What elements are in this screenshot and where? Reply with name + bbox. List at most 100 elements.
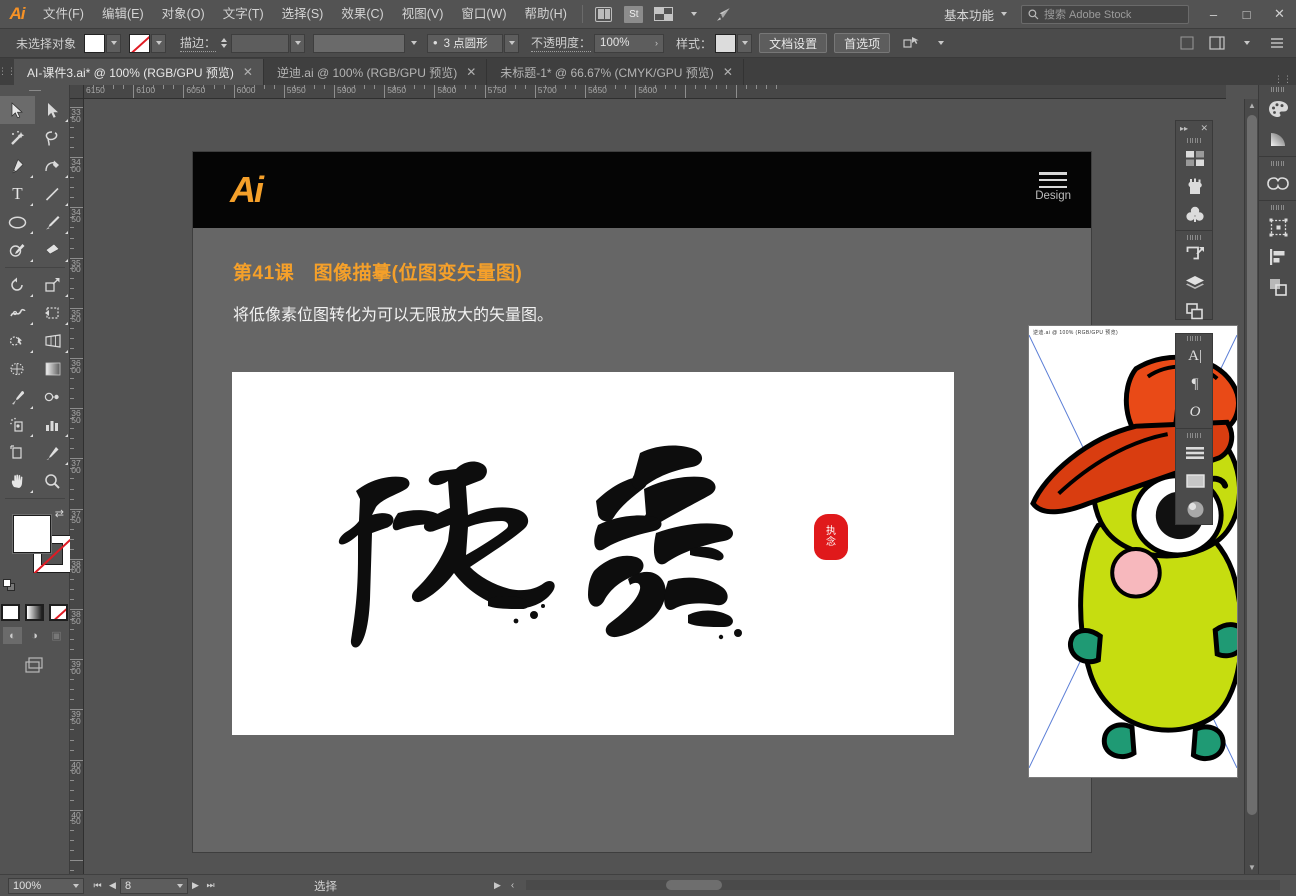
default-fill-stroke-icon[interactable]: [3, 579, 16, 592]
paintbrush-tool[interactable]: [35, 208, 70, 236]
minimize-button[interactable]: –: [1197, 0, 1230, 29]
chevron-down-icon[interactable]: [928, 33, 954, 53]
artboard-tool[interactable]: [0, 439, 35, 467]
magic-wand-tool[interactable]: [0, 124, 35, 152]
width-profile-dropdown-arrow[interactable]: [504, 34, 519, 53]
lasso-tool[interactable]: [35, 124, 70, 152]
bridge-icon[interactable]: [591, 4, 617, 24]
gradient-panel-icon[interactable]: [1259, 124, 1296, 154]
color-panel-icon[interactable]: [1259, 94, 1296, 124]
none-mode-button[interactable]: [49, 604, 68, 621]
pathfinder-panel-icon[interactable]: [1259, 272, 1296, 302]
image-trace-panel-icon[interactable]: [1176, 241, 1214, 269]
swatches-panel-icon[interactable]: [1176, 144, 1214, 172]
eyedropper-tool[interactable]: [0, 383, 35, 411]
close-icon[interactable]: ✕: [723, 65, 733, 79]
paragraph-panel-icon[interactable]: ¶: [1176, 370, 1214, 398]
direct-selection-tool[interactable]: [35, 96, 70, 124]
layers-panel-icon[interactable]: [1176, 269, 1214, 297]
line-segment-tool[interactable]: [35, 180, 70, 208]
ruler-origin-corner[interactable]: [70, 85, 84, 99]
transform-panel-icon[interactable]: [1259, 212, 1296, 242]
menu-type[interactable]: 文字(T): [214, 0, 273, 29]
previous-artboard-button[interactable]: ◀: [105, 878, 120, 894]
stock-search-input[interactable]: 搜索 Adobe Stock: [1021, 5, 1189, 24]
tabbar-overflow[interactable]: ⋮⋮: [1274, 74, 1296, 85]
rotate-tool[interactable]: [0, 271, 35, 299]
arrange-documents-icon[interactable]: [651, 4, 677, 24]
right-dock-grip-3[interactable]: [1259, 203, 1296, 212]
stroke-weight-field[interactable]: [231, 34, 289, 53]
preferences-button[interactable]: 首选项: [834, 33, 890, 53]
chevron-down-icon[interactable]: [681, 4, 707, 24]
gradient-mode-button[interactable]: [25, 604, 44, 621]
chevron-down-icon[interactable]: [1234, 33, 1260, 53]
maximize-button[interactable]: □: [1230, 0, 1263, 29]
canvas-vertical-scrollbar[interactable]: ▲ ▼: [1244, 99, 1258, 874]
glyphs-panel-icon[interactable]: O: [1176, 398, 1214, 426]
align-distribute-panel-icon[interactable]: [1259, 242, 1296, 272]
first-artboard-button[interactable]: ⏮: [90, 878, 105, 894]
right-dock-grip[interactable]: [1259, 85, 1296, 94]
draw-inside-button[interactable]: ▣: [47, 627, 66, 644]
stroke-color-swatch[interactable]: [129, 34, 150, 53]
draw-behind-button[interactable]: ◑: [25, 627, 44, 644]
character-panel-icon[interactable]: A|: [1176, 342, 1214, 370]
menu-effect[interactable]: 效果(C): [332, 0, 392, 29]
slice-tool[interactable]: [35, 439, 70, 467]
draw-normal-button[interactable]: ◐: [3, 627, 22, 644]
artboards-panel-icon[interactable]: [1176, 297, 1214, 325]
workspace-switcher[interactable]: 基本功能: [938, 5, 1013, 24]
select-similar-objects-icon[interactable]: [898, 33, 924, 53]
mesh-tool[interactable]: [0, 355, 35, 383]
menu-view[interactable]: 视图(V): [393, 0, 453, 29]
control-bar-overflow-icon[interactable]: [1174, 33, 1200, 53]
tools-panel-grip[interactable]: [0, 85, 69, 96]
vertical-ruler[interactable]: 3350340034503500355036003650370037503800…: [70, 99, 84, 874]
curvature-tool[interactable]: [35, 152, 70, 180]
symbol-sprayer-tool[interactable]: [0, 411, 35, 439]
last-artboard-button[interactable]: ⏭: [203, 878, 218, 894]
stroke-weight-stepper[interactable]: [218, 38, 229, 48]
document-setup-button[interactable]: 文档设置: [759, 33, 827, 53]
hscroll-track[interactable]: [526, 880, 1280, 890]
close-icon[interactable]: ✕: [1200, 123, 1208, 134]
brushes-panel-icon[interactable]: [1176, 172, 1214, 200]
align-panel-icon[interactable]: [1176, 439, 1214, 467]
stroke-weight-dropdown-arrow[interactable]: [290, 34, 305, 53]
calligraphy-artwork[interactable]: 执 念: [232, 372, 954, 735]
symbols-panel-icon[interactable]: [1176, 200, 1214, 228]
swap-fill-stroke-icon[interactable]: ⇄: [55, 507, 64, 520]
shaper-tool[interactable]: [0, 236, 35, 264]
panel-group-grip-2[interactable]: [1176, 233, 1212, 241]
panel-group-grip[interactable]: [1176, 136, 1212, 144]
artboard[interactable]: Ai Design 第41课 图像描摹(位图变矢量图) 将低像素位图转化为可以无…: [192, 151, 1092, 853]
hand-tool[interactable]: [0, 467, 35, 495]
next-artboard-button[interactable]: ▶: [188, 878, 203, 894]
menu-select[interactable]: 选择(S): [273, 0, 333, 29]
expand-panels-icon[interactable]: ▸▸: [1180, 124, 1188, 133]
stroke-dropdown-arrow[interactable]: [151, 34, 166, 53]
zoom-level-field[interactable]: 100%: [8, 878, 84, 894]
menu-object[interactable]: 对象(O): [153, 0, 214, 29]
tab-ai-kejian3[interactable]: AI-课件3.ai* @ 100% (RGB/GPU 预览) ✕: [14, 59, 264, 85]
zoom-tool[interactable]: [35, 467, 70, 495]
ellipse-tool[interactable]: [0, 208, 35, 236]
type-tool[interactable]: T: [0, 180, 35, 208]
appearance-panel-icon[interactable]: [1176, 495, 1214, 523]
scale-tool[interactable]: [35, 271, 70, 299]
width-tool[interactable]: [0, 299, 35, 327]
scroll-down-arrow[interactable]: ▼: [1248, 863, 1256, 872]
perspective-grid-tool[interactable]: [35, 327, 70, 355]
opacity-field[interactable]: 100% ›: [594, 34, 664, 53]
close-button[interactable]: ✕: [1263, 0, 1296, 29]
menu-file[interactable]: 文件(F): [34, 0, 93, 29]
right-dock-grip-2[interactable]: [1259, 159, 1296, 168]
fill-color-swatch[interactable]: [84, 34, 105, 53]
panel-group-grip-3[interactable]: [1176, 334, 1212, 342]
horizontal-ruler[interactable]: 6150610060506000595059005850580057505700…: [70, 85, 1226, 99]
cc-libraries-panel-icon[interactable]: [1259, 168, 1296, 198]
canvas-horizontal-scrollbar[interactable]: ▶ ‹: [480, 874, 1296, 896]
close-icon[interactable]: ✕: [466, 65, 476, 79]
scroll-left-arrow[interactable]: ‹: [511, 880, 514, 891]
